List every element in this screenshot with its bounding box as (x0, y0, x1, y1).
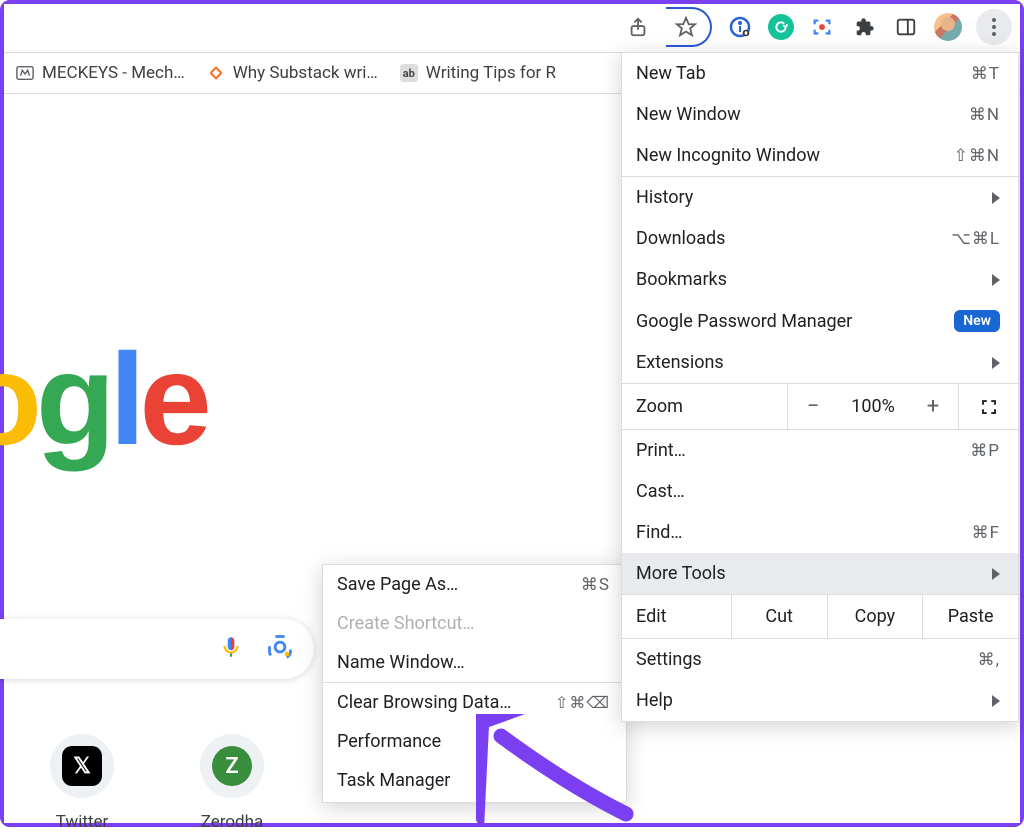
menu-find[interactable]: Find… ⌘F (622, 512, 1018, 553)
voice-search-icon[interactable] (218, 634, 244, 665)
shortcut-zerodha[interactable]: Z Zerodha (200, 734, 264, 832)
bookmark-label: MECKEYS - Mech… (42, 63, 185, 83)
edit-copy[interactable]: Copy (828, 595, 924, 638)
zoom-label: Zoom (622, 384, 788, 429)
extensions-puzzle-icon[interactable] (850, 13, 878, 41)
star-icon[interactable] (672, 13, 700, 41)
menu-downloads[interactable]: Downloads ⌥⌘L (622, 218, 1018, 259)
search-box[interactable] (0, 619, 314, 679)
zoom-in-button[interactable]: + (908, 384, 958, 429)
submenu-save-page[interactable]: Save Page As… ⌘S (323, 565, 626, 604)
menu-new-tab[interactable]: New Tab ⌘T (622, 53, 1018, 94)
chevron-right-icon (992, 274, 1000, 286)
menu-settings[interactable]: Settings ⌘, (622, 639, 1018, 680)
chevron-right-icon (992, 192, 1000, 204)
bookmark-favicon (207, 64, 225, 82)
sidepanel-icon[interactable] (892, 13, 920, 41)
grammarly-icon[interactable] (768, 14, 794, 40)
profile-avatar[interactable] (934, 13, 962, 41)
menu-google-password-manager[interactable]: Google Password Manager New (622, 300, 1018, 342)
menu-extensions[interactable]: Extensions (622, 342, 1018, 383)
menu-help[interactable]: Help (622, 680, 1018, 721)
lens-search-icon[interactable] (266, 633, 294, 666)
bookmark-writing-tips[interactable]: ab Writing Tips for R (400, 63, 556, 83)
new-badge: New (954, 310, 1000, 332)
bookmark-label: Writing Tips for R (426, 63, 556, 83)
fullscreen-button[interactable] (958, 384, 1018, 429)
menu-cast[interactable]: Cast… (622, 471, 1018, 512)
menu-zoom-row: Zoom − 100% + (622, 383, 1018, 430)
shortcut-label: Twitter (50, 812, 114, 832)
more-tools-submenu: Save Page As… ⌘S Create Shortcut… Name W… (322, 564, 627, 803)
twitter-icon: 𝕏 (62, 746, 102, 786)
shortcut-twitter[interactable]: 𝕏 Twitter (50, 734, 114, 832)
submenu-clear-browsing-data[interactable]: Clear Browsing Data… ⇧⌘⌫ (323, 683, 626, 722)
edit-label: Edit (622, 595, 732, 638)
menu-print[interactable]: Print… ⌘P (622, 430, 1018, 471)
menu-edit-row: Edit Cut Copy Paste (622, 594, 1018, 639)
bookmark-substack[interactable]: Why Substack wri… (207, 63, 378, 83)
shortcut-label: Zerodha (200, 812, 264, 832)
zoom-out-button[interactable]: − (788, 384, 838, 429)
menu-more-tools[interactable]: More Tools (622, 553, 1018, 594)
zoom-level: 100% (838, 384, 908, 429)
vertical-dots-icon (992, 18, 996, 36)
submenu-performance[interactable]: Performance (323, 722, 626, 761)
bookmark-star-wrap (666, 7, 712, 47)
chrome-main-menu: New Tab ⌘T New Window ⌘N New Incognito W… (621, 52, 1019, 722)
chevron-right-icon (992, 568, 1000, 580)
menu-new-window[interactable]: New Window ⌘N (622, 94, 1018, 135)
google-logo: Google (0, 324, 206, 474)
bookmark-label: Why Substack wri… (233, 63, 378, 83)
chevron-right-icon (992, 357, 1000, 369)
bookmark-meckeys[interactable]: MECKEYS - Mech… (16, 63, 185, 83)
chevron-right-icon (992, 695, 1000, 707)
edit-paste[interactable]: Paste (923, 595, 1018, 638)
menu-new-incognito[interactable]: New Incognito Window ⇧⌘N (622, 135, 1018, 176)
google-lens-ext-icon[interactable] (808, 13, 836, 41)
extension-onetab-icon[interactable] (726, 13, 754, 41)
edit-cut[interactable]: Cut (732, 595, 828, 638)
bookmark-favicon (16, 64, 34, 82)
submenu-name-window[interactable]: Name Window… (323, 643, 626, 682)
submenu-create-shortcut: Create Shortcut… (323, 604, 626, 643)
zerodha-icon: Z (212, 746, 252, 786)
share-icon[interactable] (624, 13, 652, 41)
submenu-task-manager[interactable]: Task Manager (323, 761, 626, 800)
bookmark-favicon: ab (400, 64, 418, 82)
more-menu-button[interactable] (976, 9, 1012, 45)
menu-bookmarks[interactable]: Bookmarks (622, 259, 1018, 300)
menu-history[interactable]: History (622, 177, 1018, 218)
browser-toolbar (4, 4, 1020, 50)
